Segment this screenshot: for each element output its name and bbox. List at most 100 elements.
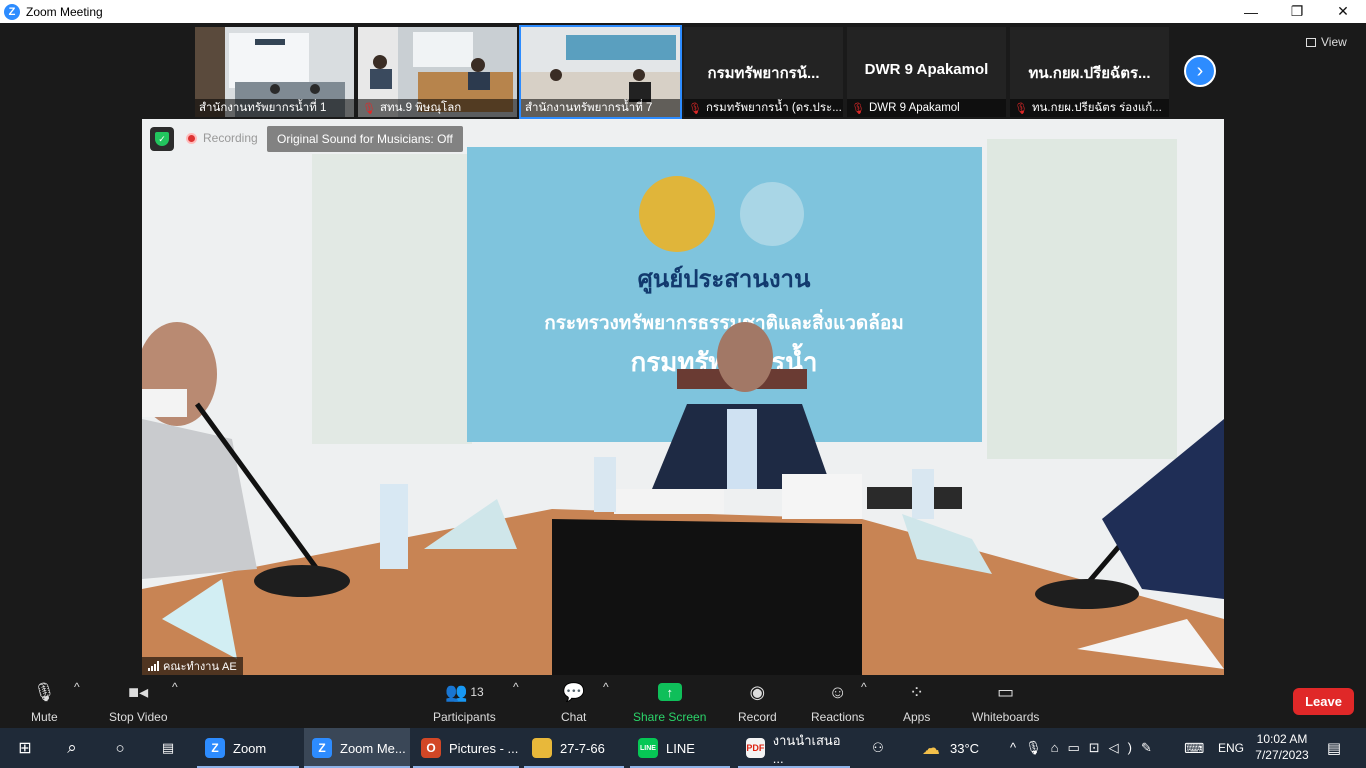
taskbar-app-label: Zoom <box>233 740 267 756</box>
stop-video-button[interactable]: ■◂ Stop Video <box>109 680 168 725</box>
taskbar-app-line[interactable]: LINE LINE <box>630 728 730 768</box>
mute-button[interactable]: 🎙 Mute <box>31 680 58 725</box>
active-speaker-video: ศูนย์ประสานงาน กระทรวงทรัพยากรธรรมชาติแล… <box>142 119 1224 675</box>
reactions-options-caret-icon[interactable]: ^ <box>861 680 867 694</box>
keyboard-icon[interactable]: ⌨ <box>1184 728 1204 768</box>
recording-label: Recording <box>203 131 258 145</box>
taskbar-app-pdf[interactable]: PDF งานนำเสนอ ... <box>738 728 850 768</box>
active-speaker-name: คณะทำงาน AE <box>142 657 243 675</box>
participants-button[interactable]: 👥 13 Participants <box>433 680 496 725</box>
taskbar-app-folder[interactable]: 27-7-66 <box>524 728 624 768</box>
participant-display-name: ทน.กยผ.ปรียฉัตร... <box>1028 65 1151 82</box>
meeting-toolbar: 🎙 Mute ^ ■◂ Stop Video ^ 👥 13 Participant… <box>0 676 1366 728</box>
whiteboards-label: Whiteboards <box>972 710 1040 724</box>
minimize-button[interactable]: — <box>1228 0 1274 23</box>
participant-thumbnail[interactable]: 🎙 สทน.9 พิษณุโลก <box>358 27 517 117</box>
mute-label: Mute <box>31 710 58 724</box>
view-button[interactable]: View <box>1306 35 1347 49</box>
banner-text-line2: กระทรวงทรัพยากรธรรมชาติและสิ่งแวดล้อม <box>544 309 904 334</box>
participant-thumbnail[interactable]: สำนักงานทรัพยากรน้ำที่ 1 <box>195 27 354 117</box>
meeting-room-scene: ศูนย์ประสานงาน กระทรวงทรัพยากรธรรมชาติแล… <box>142 119 1224 675</box>
window-title: Zoom Meeting <box>26 4 103 19</box>
input-language[interactable]: ENG <box>1218 728 1244 768</box>
pdf-icon: PDF <box>746 738 765 758</box>
search-icon[interactable]: ⌕ <box>60 728 84 768</box>
chat-options-caret-icon[interactable]: ^ <box>603 680 609 694</box>
apps-label: Apps <box>903 710 931 724</box>
view-icon <box>1306 37 1316 47</box>
taskbar-app-label: Pictures - ... <box>449 740 519 756</box>
cortana-circle-icon[interactable]: ○ <box>110 728 130 768</box>
zoom-icon: Z <box>312 738 332 758</box>
participants-icon: 👥 <box>444 681 468 702</box>
recording-dot-icon <box>186 132 197 144</box>
muted-mic-icon: 🎙 <box>362 102 376 115</box>
leave-button[interactable]: Leave <box>1293 688 1354 715</box>
zoom-logo-icon: Z <box>4 3 20 20</box>
people-icon[interactable]: ⚇ <box>868 728 888 768</box>
chat-bubble-icon: 💬 <box>562 681 585 702</box>
signal-bars-icon <box>148 661 159 671</box>
clock-time: 10:02 AM <box>1256 732 1308 746</box>
title-bar: Z Zoom Meeting — ❐ ✕ <box>0 0 1366 23</box>
participants-options-caret-icon[interactable]: ^ <box>513 680 519 694</box>
taskbar-app-label: Zoom Me... <box>340 740 406 756</box>
apps-button[interactable]: ⁘ Apps <box>903 680 931 725</box>
muted-mic-icon: 🎙 <box>1014 102 1028 115</box>
taskbar-app-zoom[interactable]: Z Zoom <box>197 728 299 768</box>
clock-date: 7/27/2023 <box>1255 748 1309 762</box>
zoom-icon: Z <box>205 738 225 758</box>
windows-start-icon[interactable]: ⊞ <box>14 728 36 768</box>
system-tray-icons[interactable]: ^🎙⌂▭⊡◁)✎ <box>1010 728 1161 768</box>
restore-button[interactable]: ❐ <box>1274 0 1320 23</box>
participant-name: 🎙 สทน.9 พิษณุโลก <box>358 99 517 117</box>
task-view-icon[interactable]: ▤ <box>158 728 178 768</box>
video-camera-icon: ■◂ <box>128 681 149 702</box>
meeting-area: สำนักงานทรัพยากรน้ำที่ 1 🎙 สทน.9 พิษณุโลก <box>0 23 1366 676</box>
participant-thumbnail-strip: สำนักงานทรัพยากรน้ำที่ 1 🎙 สทน.9 พิษณุโลก <box>195 25 1169 119</box>
view-label: View <box>1321 35 1347 49</box>
share-screen-button[interactable]: ↑ Share Screen <box>633 680 706 724</box>
chat-button[interactable]: 💬 Chat <box>561 680 587 725</box>
mute-options-caret-icon[interactable]: ^ <box>74 680 80 694</box>
record-icon: ◉ <box>749 681 766 702</box>
participant-thumbnail[interactable]: DWR 9 Apakamol 🎙 DWR 9 Apakamol <box>847 27 1006 117</box>
reactions-label: Reactions <box>811 710 865 724</box>
muted-mic-icon: 🎙 <box>688 102 702 115</box>
original-sound-button[interactable]: Original Sound for Musicians: Off <box>267 126 463 152</box>
video-options-caret-icon[interactable]: ^ <box>172 680 178 694</box>
notifications-icon[interactable]: ▤ <box>1324 728 1344 768</box>
weather-widget[interactable]: ☁ 33°C <box>922 728 979 768</box>
folder-icon <box>532 738 552 758</box>
apps-icon: ⁘ <box>909 681 925 702</box>
record-button[interactable]: ◉ Record <box>738 680 777 725</box>
taskbar-app-label: LINE <box>666 740 695 756</box>
weather-temperature: 33°C <box>950 740 980 756</box>
weather-cloud-sun-icon: ☁ <box>922 737 940 758</box>
windows-taskbar: ⊞ ⌕ ○ ▤ Z Zoom Z Zoom Me... O Pictures -… <box>0 728 1366 768</box>
security-shield-icon[interactable]: ✓ <box>150 127 174 151</box>
speaker-name-label: คณะทำงาน AE <box>163 661 237 673</box>
chat-label: Chat <box>561 710 587 724</box>
reactions-button[interactable]: ☺ Reactions <box>811 680 865 725</box>
participants-label: Participants <box>433 710 496 724</box>
close-button[interactable]: ✕ <box>1320 0 1366 23</box>
muted-mic-icon: 🎙 <box>851 102 865 115</box>
taskbar-app-pictures[interactable]: O Pictures - ... <box>413 728 519 768</box>
taskbar-clock[interactable]: 10:02 AM 7/27/2023 <box>1252 731 1312 763</box>
participant-thumbnail[interactable]: ทน.กยผ.ปรียฉัตร... 🎙 ทน.กยผ.ปรียฉัตร ร่อง… <box>1010 27 1169 117</box>
recording-indicator: Recording <box>186 131 258 145</box>
participant-display-name: DWR 9 Apakamol <box>864 61 989 78</box>
microphone-icon: 🎙 <box>32 681 56 702</box>
taskbar-app-label: 27-7-66 <box>560 740 605 756</box>
participant-display-name: กรมทรัพยากรน้... <box>707 65 820 82</box>
participant-name: สำนักงานทรัพยากรน้ำที่ 7 <box>521 99 680 117</box>
next-page-arrow-icon[interactable]: › <box>1184 55 1216 87</box>
participant-thumbnail-active[interactable]: สำนักงานทรัพยากรน้ำที่ 7 <box>519 25 682 119</box>
whiteboards-button[interactable]: ▭ Whiteboards <box>972 680 1040 725</box>
banner-text-line1: ศูนย์ประสานงาน <box>638 265 811 294</box>
taskbar-app-zoom-meeting[interactable]: Z Zoom Me... <box>304 728 410 768</box>
participant-thumbnail[interactable]: กรมทรัพยากรน้... 🎙 กรมทรัพยากรน้ำ (ดร.ประ… <box>684 27 843 117</box>
participant-name: 🎙 ทน.กยผ.ปรียฉัตร ร่องแก้... <box>1010 99 1169 117</box>
participant-name: สำนักงานทรัพยากรน้ำที่ 1 <box>195 99 354 117</box>
